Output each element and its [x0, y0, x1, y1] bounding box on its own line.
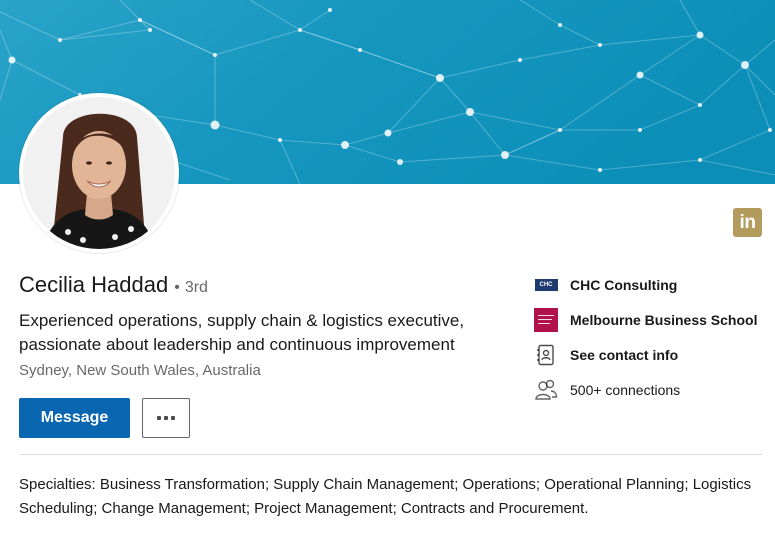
company-logo: CHC — [534, 273, 558, 297]
linkedin-icon-text: in — [739, 212, 756, 233]
sidebar-item-contact-info[interactable]: See contact info — [534, 342, 764, 367]
school-logo — [534, 307, 558, 332]
contact-card-icon — [534, 343, 558, 367]
connection-degree: 3rd — [184, 279, 208, 296]
profile-name: Cecilia Haddad — [19, 272, 169, 297]
section-divider — [19, 454, 762, 455]
sidebar-item-connections[interactable]: 500+ connections — [534, 377, 764, 402]
more-actions-button[interactable] — [142, 398, 190, 438]
sidebar-item-label: CHC Consulting — [570, 276, 678, 293]
sidebar-item-school[interactable]: Melbourne Business School — [534, 307, 764, 332]
sidebar-item-label: See contact info — [570, 346, 679, 363]
profile-headline: Experienced operations, supply chain & l… — [19, 311, 465, 354]
people-icon — [534, 378, 558, 402]
separator-dot: • — [174, 279, 180, 296]
profile-name-row: Cecilia Haddad • 3rd — [19, 272, 208, 298]
chc-logo-text: CHC — [534, 278, 558, 291]
sidebar-item-company[interactable]: CHC CHC Consulting — [534, 272, 764, 297]
message-button[interactable]: Message — [19, 398, 130, 438]
profile-location: Sydney, New South Wales, Australia — [19, 362, 261, 379]
avatar[interactable] — [19, 93, 179, 253]
profile-photo — [23, 97, 175, 249]
ellipsis-icon — [157, 416, 175, 420]
sidebar-item-label: 500+ connections — [570, 381, 681, 398]
profile-sidebar: CHC CHC Consulting Melbourne Business Sc… — [534, 272, 764, 412]
specialties-text: Specialties: Business Transformation; Su… — [19, 476, 752, 517]
linkedin-icon[interactable]: in — [733, 208, 762, 237]
sidebar-item-label: Melbourne Business School — [570, 311, 758, 328]
